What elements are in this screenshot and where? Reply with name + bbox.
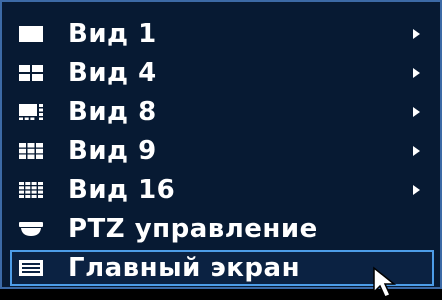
menu-item-label: Вид 16 <box>68 175 176 205</box>
sixteen-grid-view-icon <box>18 180 44 200</box>
submenu-arrow-icon <box>413 68 420 78</box>
menu-item-view-4[interactable]: Вид 4 <box>10 55 434 91</box>
menu-item-view-16[interactable]: Вид 16 <box>10 172 434 208</box>
mouse-pointer-icon <box>373 266 397 298</box>
context-menu: Вид 1 Вид 4 Вид 8 Вид 9 Вид 16 PTZ управ… <box>0 0 442 298</box>
submenu-arrow-icon <box>413 107 420 117</box>
menu-item-label: Вид 4 <box>68 58 157 88</box>
menu-item-label: Вид 8 <box>68 97 157 127</box>
menu-item-main-screen[interactable]: Главный экран <box>10 250 434 286</box>
ptz-camera-icon <box>18 219 44 239</box>
single-view-icon <box>18 24 44 44</box>
menu-item-label: Главный экран <box>68 253 301 283</box>
nine-grid-view-icon <box>18 141 44 161</box>
menu-item-label: Вид 1 <box>68 19 157 49</box>
submenu-arrow-icon <box>413 146 420 156</box>
eight-view-icon <box>18 102 44 122</box>
quad-view-icon <box>18 63 44 83</box>
menu-item-view-1[interactable]: Вид 1 <box>10 16 434 52</box>
submenu-arrow-icon <box>413 185 420 195</box>
menu-item-label: Вид 9 <box>68 136 157 166</box>
main-screen-icon <box>18 258 44 278</box>
menu-item-view-8[interactable]: Вид 8 <box>10 94 434 130</box>
submenu-arrow-icon <box>413 29 420 39</box>
menu-item-ptz-control[interactable]: PTZ управление <box>10 211 434 247</box>
menu-item-view-9[interactable]: Вид 9 <box>10 133 434 169</box>
menu-item-label: PTZ управление <box>68 214 318 244</box>
